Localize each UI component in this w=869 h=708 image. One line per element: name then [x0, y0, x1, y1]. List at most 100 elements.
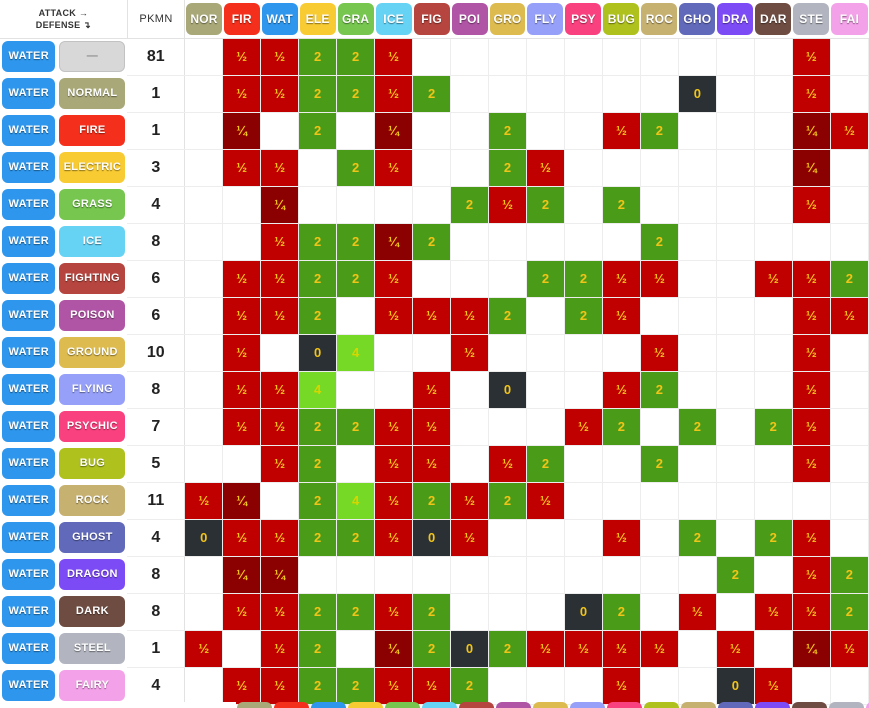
effectiveness-cell[interactable] — [564, 445, 603, 483]
effectiveness-cell[interactable]: ½ — [412, 408, 452, 446]
effectiveness-cell[interactable]: ¼ — [222, 482, 262, 520]
effectiveness-cell[interactable] — [754, 334, 793, 372]
primary-type-cell[interactable]: WATER — [0, 371, 58, 408]
effectiveness-cell[interactable] — [830, 482, 869, 520]
effectiveness-cell[interactable] — [830, 334, 869, 372]
effectiveness-cell[interactable]: ½ — [260, 630, 300, 668]
effectiveness-cell[interactable]: 0 — [564, 593, 603, 631]
effectiveness-cell[interactable] — [260, 112, 300, 150]
effectiveness-cell[interactable] — [602, 482, 641, 520]
effectiveness-cell[interactable] — [678, 482, 717, 520]
effectiveness-cell[interactable] — [298, 556, 338, 594]
effectiveness-cell[interactable]: ½ — [792, 38, 831, 76]
effectiveness-cell[interactable] — [716, 408, 755, 446]
effectiveness-cell[interactable] — [830, 667, 869, 705]
effectiveness-cell[interactable] — [488, 260, 527, 298]
effectiveness-cell[interactable]: ½ — [602, 297, 641, 335]
effectiveness-cell[interactable]: 2 — [678, 519, 717, 557]
effectiveness-cell[interactable]: 0 — [412, 519, 452, 557]
secondary-type-cell[interactable]: FAIRY — [57, 667, 128, 704]
effectiveness-cell[interactable] — [716, 260, 755, 298]
effectiveness-cell[interactable] — [716, 519, 755, 557]
effectiveness-cell[interactable]: 2 — [298, 593, 338, 631]
effectiveness-cell[interactable]: 2 — [336, 593, 376, 631]
effectiveness-cell[interactable]: 2 — [412, 593, 452, 631]
column-header-grass[interactable]: GRA — [336, 0, 375, 39]
effectiveness-cell[interactable] — [602, 334, 641, 372]
effectiveness-cell[interactable]: ½ — [374, 38, 414, 76]
column-header-steel[interactable]: STE — [792, 0, 831, 39]
effectiveness-cell[interactable] — [564, 667, 603, 705]
effectiveness-cell[interactable] — [564, 186, 603, 224]
effectiveness-cell[interactable] — [184, 112, 224, 150]
effectiveness-cell[interactable] — [564, 334, 603, 372]
effectiveness-cell[interactable] — [488, 75, 527, 113]
effectiveness-cell[interactable] — [450, 38, 490, 76]
effectiveness-cell[interactable] — [412, 334, 452, 372]
effectiveness-cell[interactable] — [830, 445, 869, 483]
effectiveness-cell[interactable] — [450, 149, 490, 187]
effectiveness-cell[interactable] — [450, 556, 490, 594]
effectiveness-cell[interactable]: ½ — [222, 667, 262, 705]
effectiveness-cell[interactable]: ½ — [260, 75, 300, 113]
effectiveness-cell[interactable] — [602, 223, 641, 261]
effectiveness-cell[interactable] — [564, 371, 603, 409]
effectiveness-cell[interactable] — [184, 223, 224, 261]
column-header-psychic[interactable]: PSY — [564, 0, 603, 39]
primary-type-cell[interactable]: WATER — [0, 297, 58, 334]
effectiveness-cell[interactable]: 2 — [336, 38, 376, 76]
effectiveness-cell[interactable]: 2 — [336, 667, 376, 705]
secondary-type-cell[interactable]: DRAGON — [57, 556, 128, 593]
effectiveness-cell[interactable]: 2 — [412, 482, 452, 520]
effectiveness-cell[interactable] — [488, 38, 527, 76]
effectiveness-cell[interactable] — [640, 667, 679, 705]
effectiveness-cell[interactable]: 2 — [602, 593, 641, 631]
effectiveness-cell[interactable] — [184, 260, 224, 298]
effectiveness-cell[interactable]: 0 — [678, 75, 717, 113]
effectiveness-cell[interactable]: ¼ — [374, 223, 414, 261]
effectiveness-cell[interactable] — [336, 556, 376, 594]
effectiveness-cell[interactable] — [716, 186, 755, 224]
effectiveness-cell[interactable]: ½ — [526, 630, 565, 668]
effectiveness-cell[interactable]: ½ — [792, 371, 831, 409]
effectiveness-cell[interactable] — [716, 371, 755, 409]
effectiveness-cell[interactable] — [526, 519, 565, 557]
effectiveness-cell[interactable]: ½ — [830, 630, 869, 668]
effectiveness-cell[interactable]: 2 — [336, 75, 376, 113]
effectiveness-cell[interactable] — [754, 38, 793, 76]
effectiveness-cell[interactable]: ½ — [640, 630, 679, 668]
secondary-type-cell[interactable]: ROCK — [57, 482, 128, 519]
effectiveness-cell[interactable]: ¼ — [222, 556, 262, 594]
effectiveness-cell[interactable] — [716, 334, 755, 372]
effectiveness-cell[interactable] — [336, 297, 376, 335]
effectiveness-cell[interactable]: ½ — [184, 630, 224, 668]
effectiveness-cell[interactable]: ½ — [488, 186, 527, 224]
effectiveness-cell[interactable]: ½ — [830, 112, 869, 150]
effectiveness-cell[interactable] — [260, 334, 300, 372]
column-header-ground[interactable]: GRO — [488, 0, 527, 39]
effectiveness-cell[interactable]: ½ — [488, 445, 527, 483]
effectiveness-cell[interactable] — [450, 445, 490, 483]
effectiveness-cell[interactable]: 2 — [830, 556, 869, 594]
effectiveness-cell[interactable]: 2 — [488, 149, 527, 187]
effectiveness-cell[interactable] — [640, 482, 679, 520]
effectiveness-cell[interactable]: ½ — [222, 260, 262, 298]
effectiveness-cell[interactable]: 2 — [412, 630, 452, 668]
effectiveness-cell[interactable] — [830, 186, 869, 224]
effectiveness-cell[interactable] — [564, 519, 603, 557]
primary-type-cell[interactable]: WATER — [0, 593, 58, 630]
effectiveness-cell[interactable] — [412, 186, 452, 224]
effectiveness-cell[interactable]: 2 — [488, 297, 527, 335]
effectiveness-cell[interactable]: ½ — [602, 112, 641, 150]
effectiveness-cell[interactable]: ½ — [260, 260, 300, 298]
column-header-water[interactable]: WAT — [260, 0, 299, 39]
effectiveness-cell[interactable] — [222, 186, 262, 224]
effectiveness-cell[interactable] — [374, 371, 414, 409]
effectiveness-cell[interactable]: 2 — [412, 223, 452, 261]
effectiveness-cell[interactable] — [222, 223, 262, 261]
effectiveness-cell[interactable]: 2 — [298, 445, 338, 483]
effectiveness-cell[interactable]: ½ — [526, 482, 565, 520]
column-header-fairy[interactable]: FAI — [830, 0, 869, 39]
effectiveness-cell[interactable]: ½ — [526, 149, 565, 187]
effectiveness-cell[interactable] — [678, 334, 717, 372]
